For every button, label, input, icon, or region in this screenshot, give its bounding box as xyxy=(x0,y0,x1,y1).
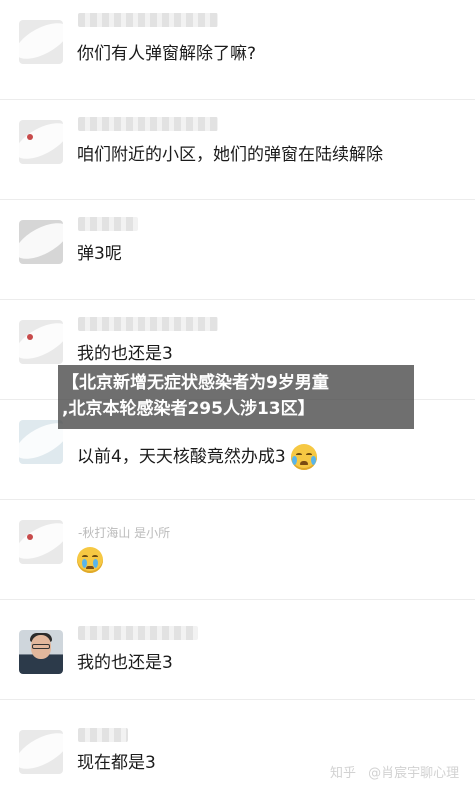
chat-message[interactable]: 你们有人弹窗解除了嘛? xyxy=(0,0,475,100)
avatar[interactable] xyxy=(19,120,63,164)
watermark-site: 知乎 xyxy=(330,766,357,781)
message-text: 以前4，天天核酸竟然办成3 xyxy=(77,444,318,470)
nickname-redacted xyxy=(78,317,218,331)
source-watermark: 知乎 @肖宸宇聊心理 xyxy=(330,762,459,781)
nickname-partial: -秋打海山 是小所 xyxy=(78,522,208,540)
nickname-redacted xyxy=(78,626,198,640)
nickname-redacted xyxy=(78,728,128,742)
message-text: 我的也还是3 xyxy=(77,344,173,364)
avatar[interactable] xyxy=(19,520,63,564)
message-text xyxy=(77,547,103,573)
chat-message[interactable]: 弹3呢 xyxy=(0,200,475,300)
crying-laughing-emoji xyxy=(291,444,318,470)
nickname-partial-text: -秋打海山 是小所 xyxy=(78,526,171,540)
message-text: 我的也还是3 xyxy=(77,653,173,673)
crying-face-emoji xyxy=(77,547,103,573)
headline-line-1: 【北京新增无症状感染者为9岁男童 xyxy=(62,373,329,393)
avatar[interactable] xyxy=(19,220,63,264)
message-text: 弹3呢 xyxy=(77,244,122,264)
nickname-redacted xyxy=(78,13,218,27)
avatar[interactable] xyxy=(19,20,63,64)
chat-message[interactable]: 咱们附近的小区，她们的弹窗在陆续解除 xyxy=(0,100,475,200)
message-text: 你们有人弹窗解除了嘛? xyxy=(77,44,257,64)
message-text: 咱们附近的小区，她们的弹窗在陆续解除 xyxy=(77,145,383,165)
watermark-author: @肖宸宇聊心理 xyxy=(368,766,460,781)
avatar[interactable] xyxy=(19,320,63,364)
avatar[interactable] xyxy=(19,630,63,674)
chat-message[interactable]: 我的也还是3 xyxy=(0,600,475,700)
news-headline-banner: 【北京新增无症状感染者为9岁男童 ,北京本轮感染者295人涉13区】 xyxy=(58,365,414,429)
avatar[interactable] xyxy=(19,730,63,774)
chat-message[interactable]: -秋打海山 是小所 xyxy=(0,500,475,600)
avatar[interactable] xyxy=(19,420,63,464)
message-text-content: 以前4，天天核酸竟然办成3 xyxy=(77,447,286,467)
nickname-redacted xyxy=(78,117,218,131)
nickname-redacted xyxy=(78,217,138,231)
message-text: 现在都是3 xyxy=(77,753,156,773)
headline-line-2: ,北京本轮感染者295人涉13区】 xyxy=(62,399,315,419)
